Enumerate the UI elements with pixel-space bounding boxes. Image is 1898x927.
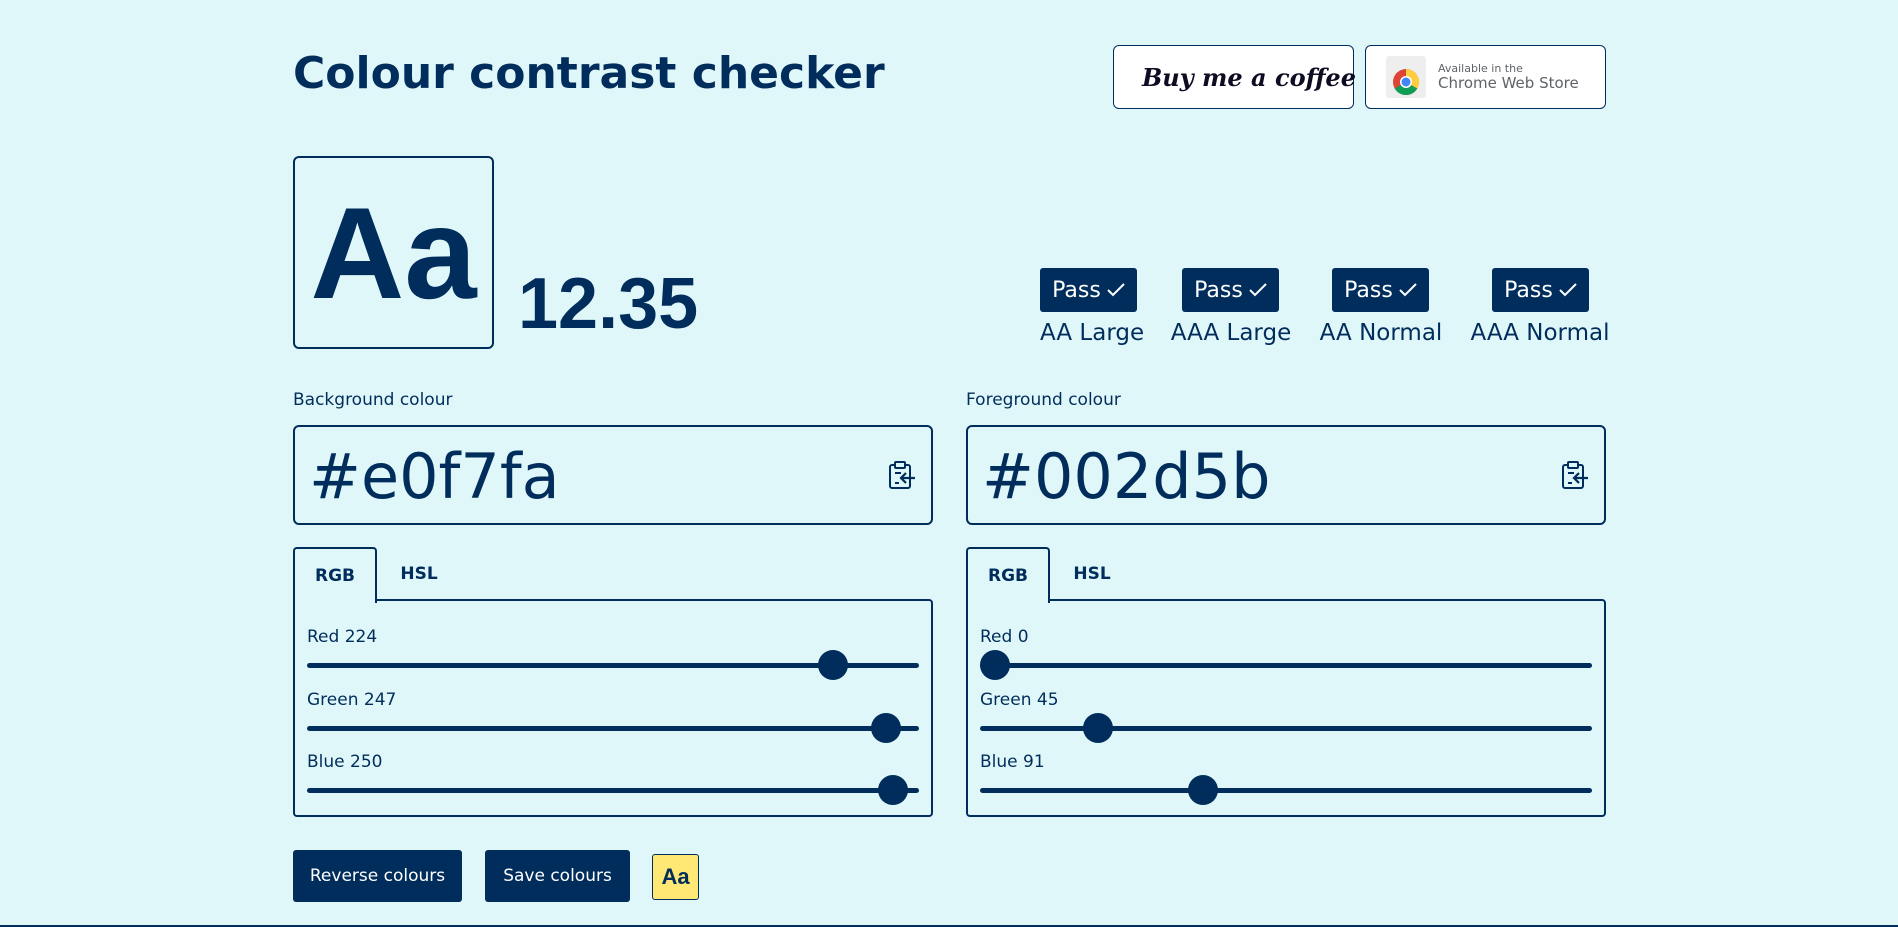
paste-clipboard-icon[interactable] bbox=[1560, 460, 1590, 490]
slider-thumb[interactable] bbox=[877, 775, 908, 805]
green-slider-label: Green 247 bbox=[307, 690, 397, 710]
text-preview: Aa bbox=[293, 156, 494, 349]
background-hex-input[interactable] bbox=[307, 435, 871, 517]
tab-rgb[interactable]: RGB bbox=[966, 547, 1050, 603]
blue-slider-label: Blue 250 bbox=[307, 752, 383, 772]
aa-normal-label: AA Normal bbox=[1319, 320, 1443, 346]
aaa-normal-label: AAA Normal bbox=[1470, 320, 1610, 346]
aaa-large-label: AAA Large bbox=[1170, 320, 1292, 346]
aa-normal-badge: Pass bbox=[1332, 268, 1429, 312]
slider-thumb[interactable] bbox=[818, 650, 849, 680]
badge-status: Pass bbox=[1052, 277, 1101, 303]
aaa-normal-badge: Pass bbox=[1492, 268, 1589, 312]
contrast-ratio: 12.35 bbox=[518, 264, 699, 344]
chrome-button-label: Chrome Web Store bbox=[1438, 73, 1579, 92]
aa-large-badge: Pass bbox=[1040, 268, 1137, 312]
badge-status: Pass bbox=[1194, 277, 1243, 303]
badge-status: Pass bbox=[1504, 277, 1553, 303]
foreground-tabs: RGB HSL bbox=[966, 547, 1606, 603]
preview-toggle-button[interactable]: Aa bbox=[652, 854, 699, 900]
green-slider-label: Green 45 bbox=[980, 690, 1059, 710]
buy-me-a-coffee-button[interactable]: Buy me a coffee bbox=[1113, 45, 1356, 109]
background-hex-field bbox=[293, 425, 933, 525]
slider-thumb[interactable] bbox=[870, 713, 901, 743]
tab-hsl[interactable]: HSL bbox=[377, 547, 461, 601]
tab-rgb[interactable]: RGB bbox=[293, 547, 377, 603]
green-slider[interactable] bbox=[307, 713, 919, 743]
badge-status: Pass bbox=[1344, 277, 1393, 303]
red-slider[interactable] bbox=[307, 650, 919, 680]
red-slider[interactable] bbox=[980, 650, 1592, 680]
foreground-hex-input[interactable] bbox=[980, 435, 1544, 517]
background-colour-label: Background colour bbox=[293, 390, 453, 410]
check-icon bbox=[1249, 283, 1267, 297]
blue-slider-label: Blue 91 bbox=[980, 752, 1045, 772]
foreground-rgb-panel: Red 0 Green 45 Blue 91 bbox=[966, 599, 1606, 817]
save-colours-button[interactable]: Save colours bbox=[485, 850, 630, 902]
foreground-hex-field bbox=[966, 425, 1606, 525]
check-icon bbox=[1107, 283, 1125, 297]
background-rgb-panel: Red 224 Green 247 Blue 250 bbox=[293, 599, 933, 817]
slider-thumb[interactable] bbox=[1187, 775, 1218, 805]
aa-large-label: AA Large bbox=[1040, 320, 1145, 346]
check-icon bbox=[1399, 283, 1417, 297]
red-slider-label: Red 224 bbox=[307, 627, 378, 647]
foreground-colour-label: Foreground colour bbox=[966, 390, 1121, 410]
chrome-button-caption: Available in the bbox=[1438, 61, 1523, 75]
green-slider[interactable] bbox=[980, 713, 1592, 743]
tab-hsl[interactable]: HSL bbox=[1050, 547, 1134, 601]
background-tabs: RGB HSL bbox=[293, 547, 933, 603]
paste-clipboard-icon[interactable] bbox=[887, 460, 917, 490]
slider-thumb[interactable] bbox=[980, 650, 1010, 680]
check-icon bbox=[1559, 283, 1577, 297]
reverse-colours-button[interactable]: Reverse colours bbox=[293, 850, 462, 902]
chrome-web-store-button[interactable]: Available in the Chrome Web Store bbox=[1365, 45, 1606, 109]
chrome-logo-icon bbox=[1386, 56, 1426, 98]
blue-slider[interactable] bbox=[307, 775, 919, 805]
blue-slider[interactable] bbox=[980, 775, 1592, 805]
slider-thumb[interactable] bbox=[1082, 713, 1113, 743]
red-slider-label: Red 0 bbox=[980, 627, 1029, 647]
aaa-large-badge: Pass bbox=[1182, 268, 1279, 312]
page-title: Colour contrast checker bbox=[293, 48, 885, 99]
coffee-button-label: Buy me a coffee bbox=[1142, 62, 1356, 92]
